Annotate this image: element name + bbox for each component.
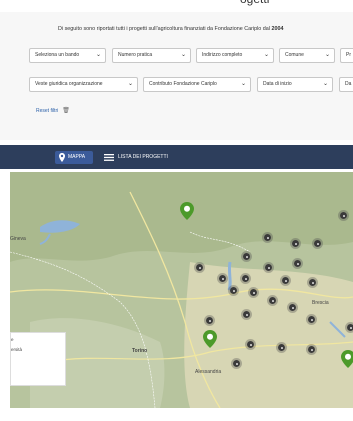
page-footer-area — [0, 408, 353, 421]
map-cluster[interactable] — [287, 302, 298, 313]
map-cluster[interactable] — [194, 262, 205, 273]
map-cluster[interactable] — [267, 295, 278, 306]
tab-map-label: MAPPA — [68, 154, 86, 160]
infobox-line: e — [11, 337, 14, 342]
map-cluster[interactable] — [345, 322, 353, 333]
projects-map[interactable]: Gineva Torino Alessandria Brescia e ersi… — [10, 172, 353, 408]
chevron-down-icon: ⌄ — [180, 52, 186, 58]
map-cluster[interactable] — [306, 314, 317, 325]
filter-data-fine-select[interactable]: Da — [339, 77, 353, 92]
filter-provincia-select[interactable]: Pr — [340, 48, 353, 63]
map-cluster[interactable] — [241, 309, 252, 320]
map-cluster[interactable] — [276, 342, 287, 353]
map-cluster[interactable] — [240, 273, 251, 284]
intro-prefix: Di seguito sono riportati tutti i proget… — [58, 26, 272, 32]
chevron-down-icon: ⌄ — [127, 81, 133, 87]
chevron-down-icon: ⌄ — [240, 81, 246, 87]
chevron-down-icon: ⌄ — [322, 81, 328, 87]
map-infobox: e ersità — [10, 332, 66, 386]
filter-bando-select[interactable]: Seleziona un bando ⌄ — [29, 48, 106, 63]
view-tabbar: MAPPA LISTA DEI PROGETTI — [0, 145, 353, 169]
map-marker-project[interactable] — [180, 202, 194, 220]
map-cluster[interactable] — [307, 277, 318, 288]
tab-list-label: LISTA DEI PROGETTI — [118, 154, 168, 160]
reset-filters-label: Reset filtri — [36, 108, 59, 114]
map-label-brescia: Brescia — [312, 300, 329, 306]
map-cluster[interactable] — [245, 339, 256, 350]
map-cluster[interactable] — [280, 275, 291, 286]
filter-comune-select[interactable]: Comune ⌄ — [279, 48, 335, 63]
map-cluster[interactable] — [241, 251, 252, 262]
filter-numero-pratica-select[interactable]: Numero pratica ⌄ — [112, 48, 191, 63]
map-cluster[interactable] — [248, 287, 259, 298]
map-cluster[interactable] — [292, 258, 303, 269]
intro-year: 2004 — [271, 26, 284, 32]
map-marker-project[interactable] — [341, 350, 353, 368]
filter-contributo-select[interactable]: Contributo Fondazione Cariplo ⌄ — [143, 77, 251, 92]
filter-veste-giuridica-select[interactable]: Veste giuridica organizzazione ⌄ — [29, 77, 138, 92]
map-cluster[interactable] — [312, 238, 323, 249]
map-label-geneva: Gineva — [10, 236, 26, 242]
filter-contributo-label: Contributo Fondazione Cariplo — [149, 81, 217, 87]
map-cluster[interactable] — [262, 232, 273, 243]
intro-text: Di seguito sono riportati tutti i proget… — [58, 26, 353, 32]
chevron-down-icon: ⌄ — [95, 52, 101, 58]
filter-data-inizio-select[interactable]: Data di inizio ⌄ — [257, 77, 333, 92]
map-cluster[interactable] — [263, 262, 274, 273]
map-pin-icon — [59, 153, 65, 162]
map-cluster[interactable] — [228, 285, 239, 296]
filter-comune-label: Comune — [285, 52, 304, 58]
filter-data-fine-label: Da — [345, 81, 352, 87]
map-label-torino: Torino — [132, 348, 148, 354]
map-cluster[interactable] — [306, 344, 317, 355]
map-cluster[interactable] — [231, 358, 242, 369]
filter-indirizzo-label: Indirizzo completo — [202, 52, 243, 58]
filter-indirizzo-select[interactable]: Indirizzo completo ⌄ — [196, 48, 274, 63]
page-title: ogetti — [240, 0, 310, 6]
map-cluster[interactable] — [217, 273, 228, 284]
list-icon — [104, 154, 114, 161]
filter-bando-label: Seleziona un bando — [35, 52, 80, 58]
map-cluster[interactable] — [338, 210, 349, 221]
map-cluster[interactable] — [204, 315, 215, 326]
tab-list[interactable]: LISTA DEI PROGETTI — [104, 151, 168, 164]
map-marker-project[interactable] — [203, 330, 217, 348]
trash-icon: 🗑 — [62, 108, 70, 114]
filter-data-inizio-label: Data di inizio — [263, 81, 292, 87]
map-cluster[interactable] — [290, 238, 301, 249]
chevron-down-icon: ⌄ — [324, 52, 330, 58]
filter-veste-giuridica-label: Veste giuridica organizzazione — [35, 81, 103, 87]
filters-panel: Di seguito sono riportati tutti i proget… — [0, 12, 353, 140]
infobox-line: ersità — [11, 347, 23, 352]
page-header-strip: ogetti — [0, 0, 353, 10]
chevron-down-icon: ⌄ — [263, 52, 269, 58]
reset-filters-link[interactable]: Reset filtri 🗑 — [36, 107, 70, 114]
tab-map[interactable]: MAPPA — [55, 151, 93, 164]
filter-numero-pratica-label: Numero pratica — [118, 52, 153, 58]
map-label-alessandria: Alessandria — [195, 369, 222, 375]
filter-provincia-label: Pr — [346, 52, 351, 58]
